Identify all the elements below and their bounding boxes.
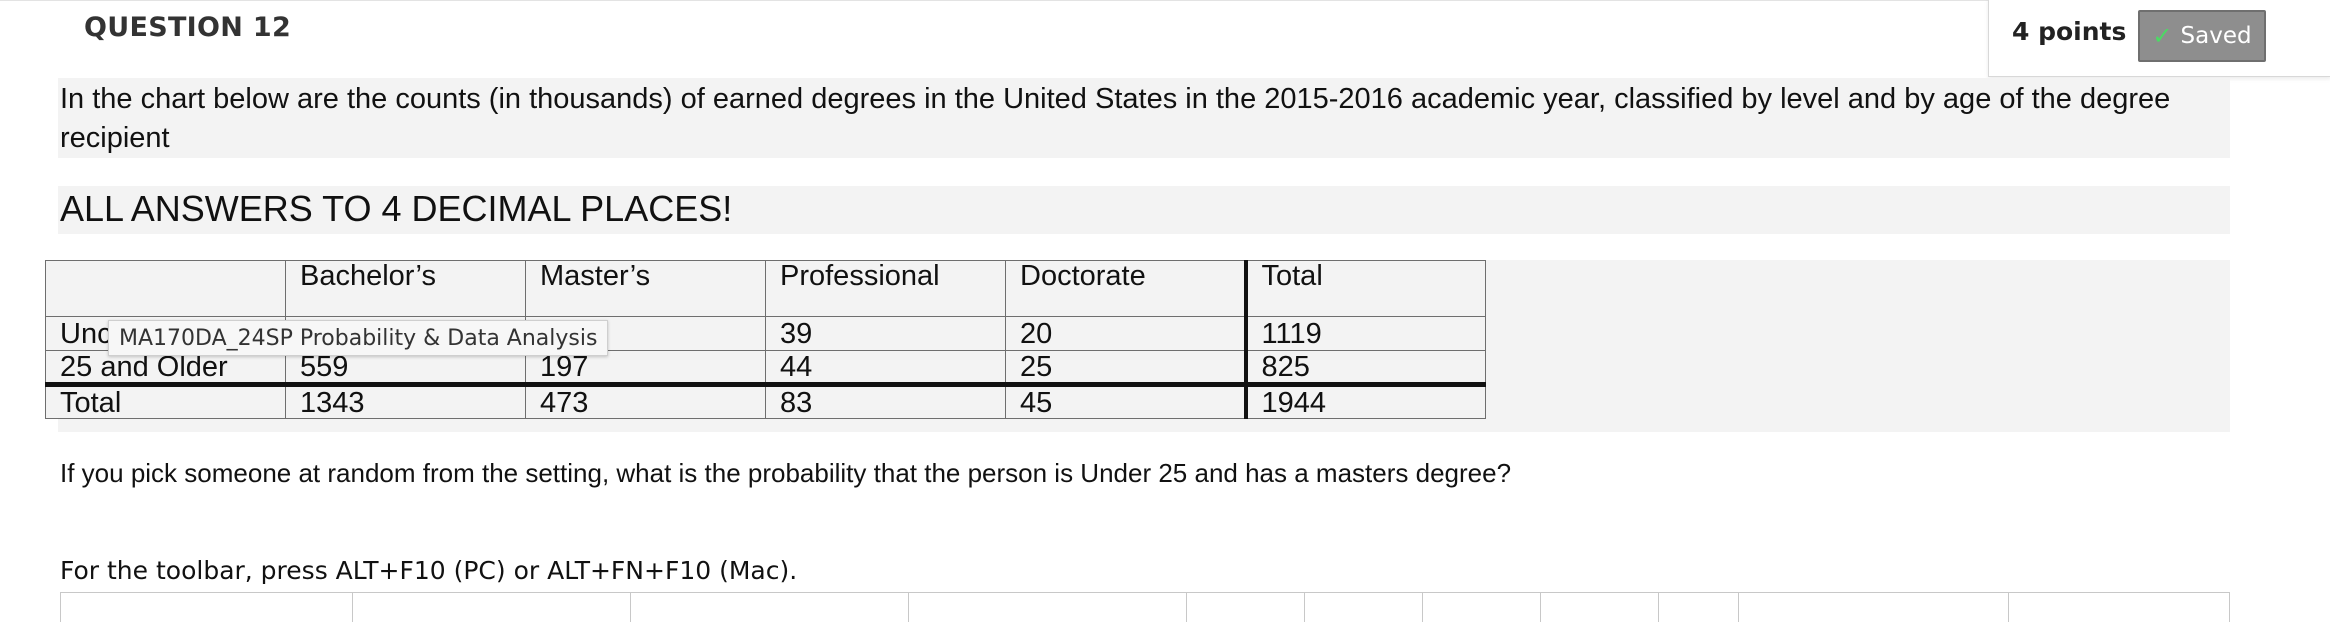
toolbar-group[interactable] [1541,593,1659,622]
editor-toolbar[interactable] [60,592,2230,622]
table-cell: 45 [1005,382,1248,419]
check-icon: ✓ [2152,22,2173,50]
points-label: 4 points [2012,17,2127,46]
table-cell: Total [45,382,286,419]
header-cell: Bachelor’s [285,260,526,317]
header-cell: Professional [765,260,1006,317]
table-cell: 825 [1245,350,1486,385]
header-cell: Master’s [525,260,766,317]
saved-button[interactable]: ✓ Saved [2138,10,2266,62]
toolbar-group[interactable] [1187,593,1305,622]
table-header-row: Bachelor’s Master’s Professional Doctora… [45,260,1486,317]
header-cell: Doctorate [1005,260,1248,317]
top-border [0,0,2330,1]
toolbar-group[interactable] [1739,593,2009,622]
table-cell: 20 [1005,316,1248,351]
toolbar-group[interactable] [1659,593,1739,622]
table-cell: 25 [1005,350,1248,385]
table-cell: 83 [765,382,1006,419]
toolbar-group[interactable] [1305,593,1423,622]
intro-text: In the chart below are the counts (in th… [60,83,2171,154]
question-prompt: If you pick someone at random from the s… [60,458,1512,488]
table-cell: 44 [765,350,1006,385]
decimal-note: ALL ANSWERS TO 4 DECIMAL PLACES! [60,188,733,229]
toolbar-group[interactable] [631,593,909,622]
table-cell: 39 [765,316,1006,351]
header-cell [45,260,286,317]
toolbar-group[interactable] [353,593,631,622]
toolbar-hint: For the toolbar, press ALT+F10 (PC) or A… [60,556,798,585]
toolbar-group[interactable] [909,593,1187,622]
saved-label: Saved [2180,23,2252,49]
table-cell: 473 [525,382,766,419]
question-title: QUESTION 12 [84,12,292,43]
toolbar-group[interactable] [1423,593,1541,622]
table-cell: 1119 [1245,316,1486,351]
course-tooltip: MA170DA_24SP Probability & Data Analysis [108,320,609,356]
toolbar-group[interactable] [61,593,353,622]
table-total-row: Total 1343 473 83 45 1944 [45,382,1486,419]
table-cell: 1944 [1245,382,1486,419]
header-cell: Total [1245,260,1486,317]
table-cell: 1343 [285,382,526,419]
